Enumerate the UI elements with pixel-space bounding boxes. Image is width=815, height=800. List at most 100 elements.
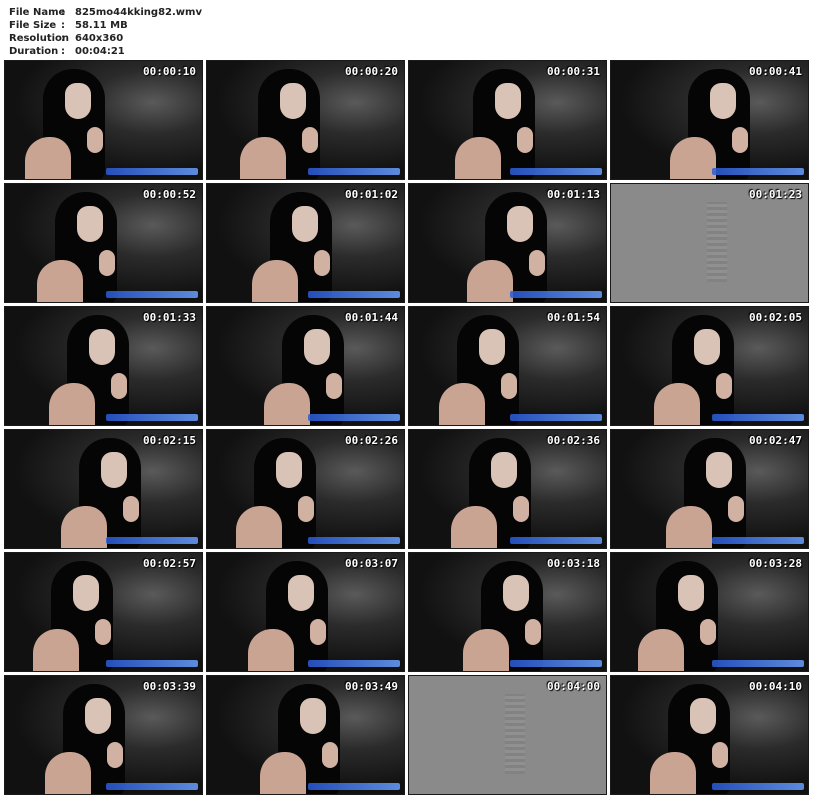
video-thumbnail[interactable]: 00:02:15	[4, 429, 203, 549]
thumbnail-timestamp: 00:02:26	[345, 434, 398, 447]
thumbnail-timestamp: 00:03:18	[547, 557, 600, 570]
thumbnail-frame-image	[451, 438, 541, 548]
watermark-logo	[308, 414, 400, 421]
watermark-logo	[510, 168, 602, 175]
thumbnail-timestamp: 00:01:13	[547, 188, 600, 201]
thumbnail-timestamp: 00:00:31	[547, 65, 600, 78]
watermark-logo	[106, 783, 198, 790]
watermark-logo	[510, 537, 602, 544]
video-thumbnail[interactable]: 00:03:28	[610, 552, 809, 672]
watermark-logo	[712, 168, 804, 175]
watermark-logo	[712, 783, 804, 790]
watermark-logo	[106, 660, 198, 667]
video-thumbnail[interactable]: 00:02:05	[610, 306, 809, 426]
video-thumbnail[interactable]: 00:00:20	[206, 60, 405, 180]
thumbnail-frame-image	[467, 192, 557, 302]
watermark-logo	[106, 291, 198, 298]
thumbnail-frame-image	[252, 192, 342, 302]
thumbnail-frame-image	[45, 684, 135, 794]
file-info-panel: File Name:825mo44kking82.wmv File Size:58…	[9, 6, 202, 58]
thumbnail-timestamp: 00:03:28	[749, 557, 802, 570]
video-thumbnail[interactable]: 00:02:47	[610, 429, 809, 549]
thumbnail-timestamp: 00:03:49	[345, 680, 398, 693]
thumbnail-frame-image	[264, 315, 354, 425]
file-info-value: 640x360	[75, 33, 124, 44]
thumbnail-frame-image	[670, 69, 760, 179]
video-thumbnail[interactable]: 00:02:36	[408, 429, 607, 549]
video-thumbnail[interactable]: 00:04:00	[408, 675, 607, 795]
thumbnail-timestamp: 00:01:44	[345, 311, 398, 324]
thumbnail-timestamp: 00:02:15	[143, 434, 196, 447]
thumbnail-frame-image	[638, 561, 728, 671]
file-info-row: File Name:825mo44kking82.wmv	[9, 6, 202, 19]
thumbnail-timestamp: 00:01:54	[547, 311, 600, 324]
thumbnail-timestamp: 00:00:52	[143, 188, 196, 201]
watermark-logo	[308, 537, 400, 544]
video-thumbnail[interactable]: 00:00:41	[610, 60, 809, 180]
watermark-logo	[106, 414, 198, 421]
thumbnail-timestamp: 00:04:10	[749, 680, 802, 693]
thumbnail-frame-image	[25, 69, 115, 179]
file-info-label: File Size	[9, 20, 57, 31]
thumbnail-frame-image	[37, 192, 127, 302]
thumbnail-frame-image	[455, 69, 545, 179]
thumbnail-timestamp: 00:02:05	[749, 311, 802, 324]
thumbnail-frame-image	[236, 438, 326, 548]
file-info-row: Resolution:640x360	[9, 32, 202, 45]
video-thumbnail[interactable]: 00:04:10	[610, 675, 809, 795]
file-info-row: File Size:58.11 MB	[9, 19, 202, 32]
thumbnail-frame-image	[49, 315, 139, 425]
thumbnail-grid: 00:00:10 00:00:20 00:00:31 00:00:41 00:00:52…	[4, 60, 814, 796]
watermark-logo	[308, 660, 400, 667]
thumbnail-frame-image	[240, 69, 330, 179]
thumbnail-frame-image	[463, 561, 553, 671]
video-thumbnail[interactable]: 00:01:54	[408, 306, 607, 426]
file-info-separator: :	[61, 33, 65, 44]
video-thumbnail[interactable]: 00:03:18	[408, 552, 607, 672]
thumbnail-timestamp: 00:03:07	[345, 557, 398, 570]
file-info-value: 58.11 MB	[75, 20, 128, 31]
file-info-label: Resolution	[9, 33, 70, 44]
video-thumbnail[interactable]: 00:01:23	[610, 183, 809, 303]
thumbnail-frame-image	[654, 315, 744, 425]
thumbnail-timestamp: 00:00:10	[143, 65, 196, 78]
video-thumbnail[interactable]: 00:01:44	[206, 306, 405, 426]
thumbnail-frame-image	[33, 561, 123, 671]
thumbnail-timestamp: 00:01:02	[345, 188, 398, 201]
video-thumbnail[interactable]: 00:01:33	[4, 306, 203, 426]
video-thumbnail[interactable]: 00:01:13	[408, 183, 607, 303]
file-info-label: Duration	[9, 46, 59, 57]
watermark-logo	[308, 783, 400, 790]
thumbnail-timestamp: 00:01:23	[749, 188, 802, 201]
thumbnail-timestamp: 00:04:00	[547, 680, 600, 693]
video-thumbnail[interactable]: 00:03:39	[4, 675, 203, 795]
thumbnail-frame-image	[650, 684, 740, 794]
thumbnail-frame-image	[248, 561, 338, 671]
video-thumbnail[interactable]: 00:03:49	[206, 675, 405, 795]
watermark-logo	[712, 537, 804, 544]
video-thumbnail[interactable]: 00:00:52	[4, 183, 203, 303]
file-info-separator: :	[61, 46, 65, 57]
video-thumbnail[interactable]: 00:03:07	[206, 552, 405, 672]
thumbnail-timestamp: 00:03:39	[143, 680, 196, 693]
watermark-logo	[308, 291, 400, 298]
thumbnail-timestamp: 00:00:20	[345, 65, 398, 78]
file-info-label: File Name	[9, 7, 66, 18]
watermark-logo	[510, 660, 602, 667]
file-info-separator: :	[61, 7, 65, 18]
video-thumbnail[interactable]: 00:02:26	[206, 429, 405, 549]
file-info-value: 00:04:21	[75, 46, 125, 57]
video-thumbnail[interactable]: 00:00:31	[408, 60, 607, 180]
watermark-logo	[308, 168, 400, 175]
video-thumbnail[interactable]: 00:00:10	[4, 60, 203, 180]
video-thumbnail[interactable]: 00:01:02	[206, 183, 405, 303]
thumbnail-timestamp: 00:02:57	[143, 557, 196, 570]
thumbnail-timestamp: 00:02:36	[547, 434, 600, 447]
thumbnail-frame-image	[666, 438, 756, 548]
thumbnail-frame-image	[61, 438, 151, 548]
video-thumbnail[interactable]: 00:02:57	[4, 552, 203, 672]
file-info-row: Duration:00:04:21	[9, 45, 202, 58]
watermark-logo	[712, 660, 804, 667]
thumbnail-frame-image	[439, 315, 529, 425]
file-info-value: 825mo44kking82.wmv	[75, 7, 202, 18]
